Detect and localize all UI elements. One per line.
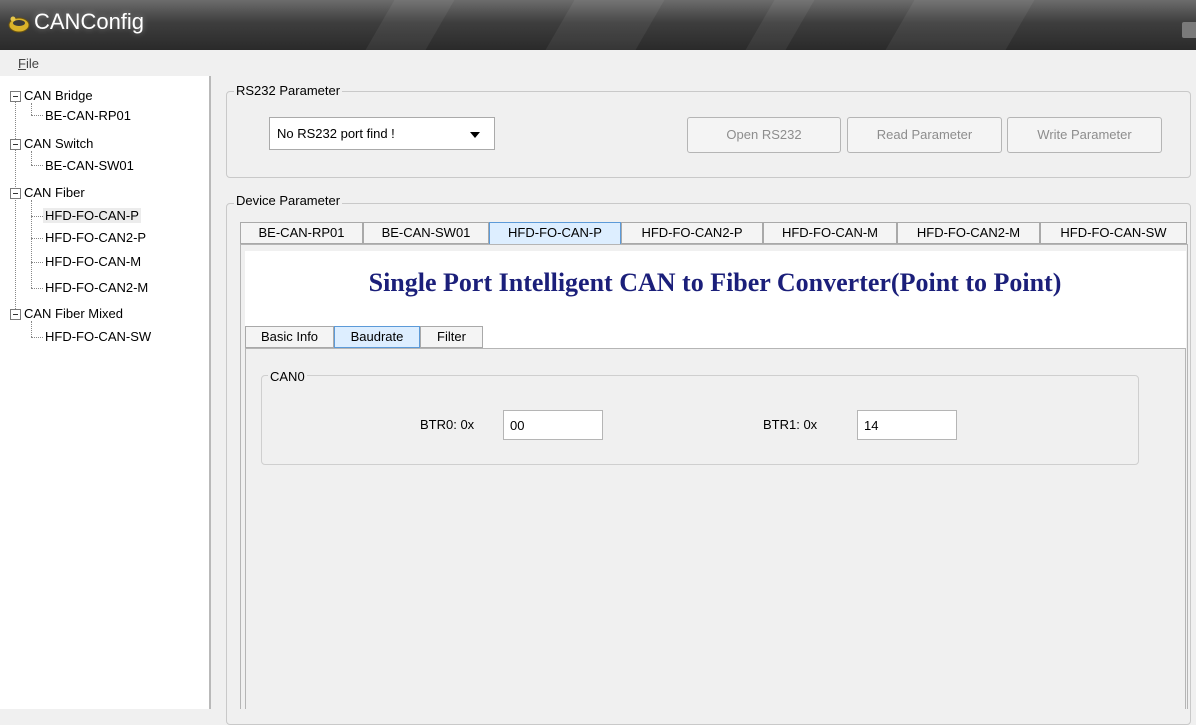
menu-bar: File xyxy=(0,50,1196,76)
tree-item-hfd-fo-can-p[interactable]: HFD-FO-CAN-P xyxy=(43,208,141,223)
tab-filter[interactable]: Filter xyxy=(420,326,483,348)
tree-item-hfd-fo-can-sw[interactable]: HFD-FO-CAN-SW xyxy=(45,329,151,344)
write-parameter-button[interactable]: Write Parameter xyxy=(1007,117,1162,153)
dropdown-arrow-icon[interactable] xyxy=(470,132,480,138)
collapse-icon[interactable] xyxy=(10,309,21,320)
tab-hfd-fo-can2-p[interactable]: HFD-FO-CAN2-P xyxy=(621,222,763,244)
device-heading: Single Port Intelligent CAN to Fiber Con… xyxy=(368,268,1062,297)
rs232-port-value: No RS232 port find ! xyxy=(277,126,395,141)
tab-be-can-rp01[interactable]: BE-CAN-RP01 xyxy=(240,222,363,244)
btr1-input[interactable]: 14 xyxy=(857,410,957,440)
window-title: CANConfig xyxy=(34,9,145,34)
app-icon xyxy=(8,16,30,33)
device-tree[interactable]: CAN Bridge BE-CAN-RP01 CAN Switch BE-CAN… xyxy=(0,76,211,709)
collapse-icon[interactable] xyxy=(10,188,21,199)
btr0-input[interactable]: 00 xyxy=(503,410,603,440)
tab-basic-info[interactable]: Basic Info xyxy=(245,326,334,348)
tree-item-hfd-fo-can-m[interactable]: HFD-FO-CAN-M xyxy=(45,254,141,269)
can0-group xyxy=(261,375,1139,465)
tree-node-can-bridge[interactable]: CAN Bridge xyxy=(24,88,93,103)
tree-node-can-fiber-mixed[interactable]: CAN Fiber Mixed xyxy=(24,306,123,321)
tree-item-be-can-rp01[interactable]: BE-CAN-RP01 xyxy=(45,108,131,123)
tree-item-be-can-sw01[interactable]: BE-CAN-SW01 xyxy=(45,158,134,173)
rs232-group-label: RS232 Parameter xyxy=(234,83,343,98)
window-control[interactable] xyxy=(1182,22,1196,38)
tab-hfd-fo-can-p[interactable]: HFD-FO-CAN-P xyxy=(489,222,621,245)
collapse-icon[interactable] xyxy=(10,91,21,102)
device-group-label: Device Parameter xyxy=(234,193,343,208)
tab-hfd-fo-can-m[interactable]: HFD-FO-CAN-M xyxy=(763,222,897,244)
tree-node-can-switch[interactable]: CAN Switch xyxy=(24,136,93,151)
tab-hfd-fo-can2-m[interactable]: HFD-FO-CAN2-M xyxy=(897,222,1040,244)
tab-be-can-sw01[interactable]: BE-CAN-SW01 xyxy=(363,222,489,244)
btr1-label: BTR1: 0x xyxy=(763,417,818,432)
rs232-port-select[interactable]: No RS232 port find ! xyxy=(269,117,495,150)
can0-group-label: CAN0 xyxy=(268,369,307,384)
tab-baudrate[interactable]: Baudrate xyxy=(334,326,420,348)
menu-file[interactable]: File xyxy=(18,56,39,71)
tree-item-hfd-fo-can2-p[interactable]: HFD-FO-CAN2-P xyxy=(45,230,146,245)
title-bar: CANConfig xyxy=(0,0,1196,50)
tab-hfd-fo-can-sw[interactable]: HFD-FO-CAN-SW xyxy=(1040,222,1187,244)
btr0-label: BTR0: 0x xyxy=(420,417,475,432)
collapse-icon[interactable] xyxy=(10,139,21,150)
tree-node-can-fiber[interactable]: CAN Fiber xyxy=(24,185,85,200)
tree-item-hfd-fo-can2-m[interactable]: HFD-FO-CAN2-M xyxy=(45,280,148,295)
open-rs232-button[interactable]: Open RS232 xyxy=(687,117,841,153)
read-parameter-button[interactable]: Read Parameter xyxy=(847,117,1002,153)
